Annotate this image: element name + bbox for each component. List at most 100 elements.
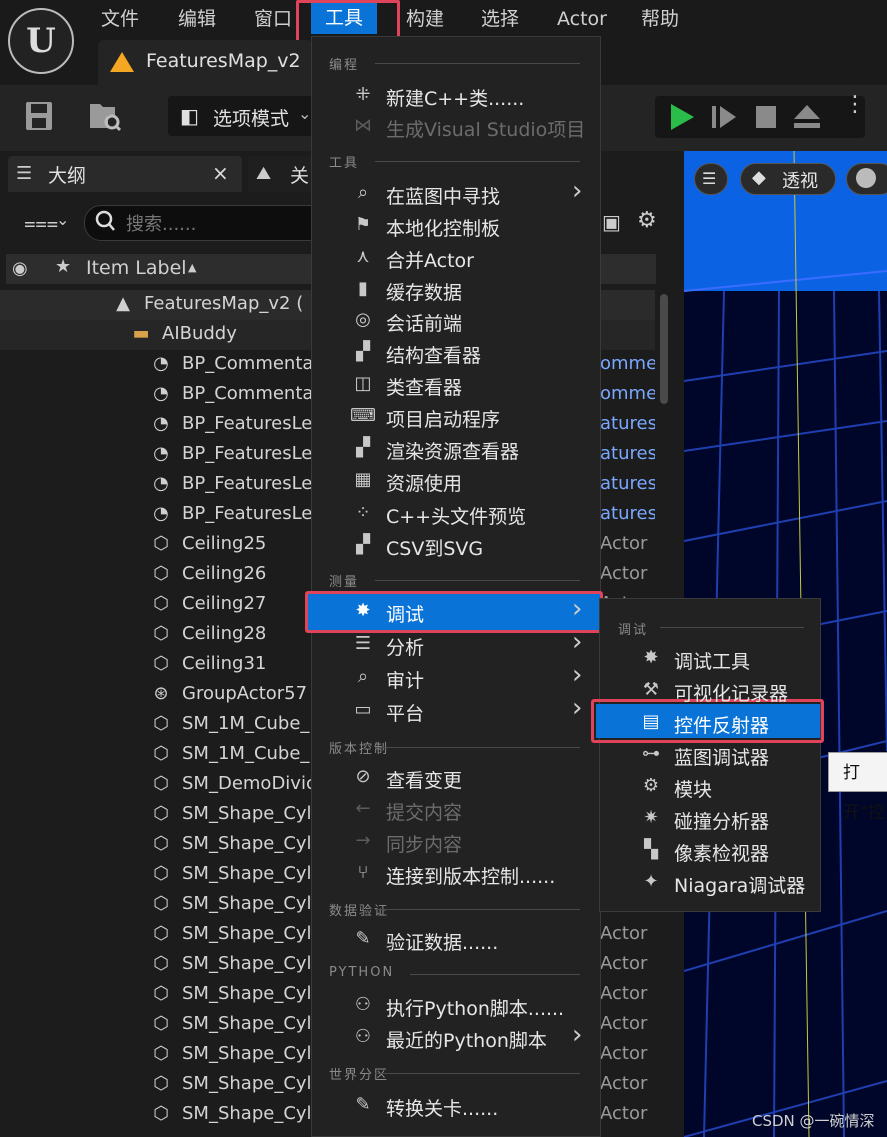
render-resource-viewer-icon: ▞	[356, 437, 370, 458]
validate-data-icon: ✎	[355, 928, 371, 949]
static-mesh-icon: ⬡	[153, 743, 169, 764]
menu-section-title: PYTHON	[329, 965, 395, 980]
browse-content-icon[interactable]	[88, 100, 122, 139]
static-mesh-icon: ⬡	[153, 833, 169, 854]
menu-item-label: 提交内容	[386, 802, 463, 824]
widget-reflector-icon: ▤	[642, 711, 660, 732]
chevron-right-icon: ›	[572, 594, 583, 624]
menu-actor[interactable]: Actor	[557, 4, 607, 34]
row-label: SM_Shape_Cyl	[182, 1013, 312, 1034]
play-icon[interactable]	[668, 102, 696, 136]
blueprint-actor-icon: ◔	[153, 473, 169, 494]
debug-tools-icon: ✸	[643, 647, 659, 668]
menu-section-title: 工具	[329, 156, 360, 171]
settings-gear-icon[interactable]: ⚙	[637, 208, 657, 233]
menu-build[interactable]: 构建	[406, 4, 444, 34]
static-mesh-icon: ⬡	[153, 983, 169, 1004]
more-options-icon[interactable]: ⋮	[844, 94, 866, 116]
chevron-right-icon: ›	[572, 627, 583, 657]
row-type: atures	[600, 443, 655, 464]
static-mesh-icon: ⬡	[153, 1073, 169, 1094]
menu-section-title: 测量	[329, 575, 360, 590]
outliner-scrollbar[interactable]	[660, 294, 668, 404]
modules-gear-icon: ⚙	[642, 775, 660, 796]
row-type: atures	[600, 473, 655, 494]
static-mesh-icon: ⬡	[153, 1043, 169, 1064]
unreal-logo-icon[interactable]: U	[8, 8, 74, 74]
menu-file[interactable]: 文件	[101, 4, 139, 34]
row-label: SM_1M_Cube_	[182, 743, 310, 764]
blueprint-debugger-icon: ⊶	[642, 743, 660, 764]
chevron-down-icon[interactable]: ⌄	[56, 210, 69, 229]
session-frontend-icon: ◎	[355, 309, 371, 330]
search-input[interactable]	[84, 205, 326, 241]
outliner-icon: ☰	[16, 163, 33, 184]
submenu-item-label: 碰撞分析器	[674, 811, 770, 833]
static-mesh-icon: ⬡	[153, 653, 169, 674]
menu-item-label: 新建C++类......	[386, 88, 525, 110]
filter-icon[interactable]: ⩶	[24, 210, 58, 234]
static-mesh-icon: ⬡	[153, 863, 169, 884]
static-mesh-icon: ⬡	[153, 563, 169, 584]
menu-item-label: 会话前端	[386, 313, 463, 335]
static-mesh-icon: ⬡	[153, 803, 169, 824]
menu-edit[interactable]: 编辑	[178, 4, 216, 34]
add-folder-icon[interactable]: ▣	[602, 210, 621, 234]
static-mesh-icon: ⬡	[153, 1103, 169, 1124]
menu-section-divider	[375, 909, 580, 910]
row-label: SM_1M_Cube_	[182, 713, 310, 734]
group-actor-icon: ⊛	[153, 683, 169, 704]
perspective-label: 透视	[782, 171, 818, 192]
stop-icon[interactable]	[754, 104, 778, 134]
row-type: Actor	[600, 533, 648, 554]
menu-window[interactable]: 窗口	[254, 4, 292, 34]
save-icon[interactable]	[24, 100, 54, 139]
hamburger-icon: ☰	[702, 169, 717, 188]
eject-icon[interactable]	[792, 103, 822, 135]
submenu-item-label: 像素检视器	[674, 843, 770, 865]
level-icon: ▲	[116, 293, 130, 314]
second-tab-label: 关	[290, 165, 310, 187]
pin-star-icon[interactable]: ★	[55, 256, 71, 277]
row-type: atures	[600, 413, 655, 434]
row-type: Actor	[600, 983, 648, 1004]
close-icon[interactable]: ×	[212, 161, 229, 185]
python-icon: ⚇	[354, 994, 372, 1015]
menu-item-label: 平台	[386, 703, 425, 725]
blueprint-actor-icon: ◔	[153, 383, 169, 404]
menu-section-divider	[375, 580, 580, 581]
view-changes-icon: ⊘	[355, 766, 371, 787]
sort-ascending-icon: ▲	[188, 261, 197, 274]
submenu-item-label: 模块	[674, 779, 713, 801]
row-label: SM_Shape_Cyl	[182, 1103, 312, 1124]
sync-arrow-icon: →	[355, 830, 371, 851]
menu-item-label: 资源使用	[386, 473, 463, 495]
row-label: BP_FeaturesLe	[182, 413, 313, 434]
platform-icon: ▭	[354, 699, 372, 720]
submenu-item-label: 调试工具	[674, 651, 751, 673]
debug-bug-icon: ✸	[355, 600, 371, 621]
chevron-right-icon: ›	[572, 693, 583, 723]
menu-help[interactable]: 帮助	[641, 4, 679, 34]
row-type: Actor	[600, 1013, 648, 1034]
class-viewer-icon: ◫	[354, 373, 372, 394]
static-mesh-icon: ⬡	[153, 773, 169, 794]
outliner-tab[interactable]	[8, 156, 242, 192]
row-type: Actor	[600, 923, 648, 944]
struct-viewer-icon: ▞	[356, 341, 370, 362]
row-label: Ceiling26	[182, 563, 267, 584]
row-label: BP_Commenta	[182, 353, 314, 374]
row-label: SM_Shape_Cyl	[182, 833, 312, 854]
step-icon[interactable]	[710, 102, 738, 136]
item-label-column[interactable]: Item Label	[86, 257, 187, 279]
project-launcher-icon: ⌨	[350, 405, 376, 426]
visual-studio-icon: ⋈	[354, 115, 372, 136]
menu-select[interactable]: 选择	[481, 4, 519, 34]
chevron-right-icon: ›	[572, 660, 583, 690]
visibility-eye-icon[interactable]: ◉	[12, 258, 28, 279]
row-type: ommer	[600, 353, 655, 374]
level-tab-label: FeaturesMap_v2	[146, 50, 301, 72]
convert-level-icon: ✎	[355, 1094, 371, 1115]
submenu-item-label: 可视化记录器	[674, 683, 789, 705]
row-label: Ceiling25	[182, 533, 267, 554]
